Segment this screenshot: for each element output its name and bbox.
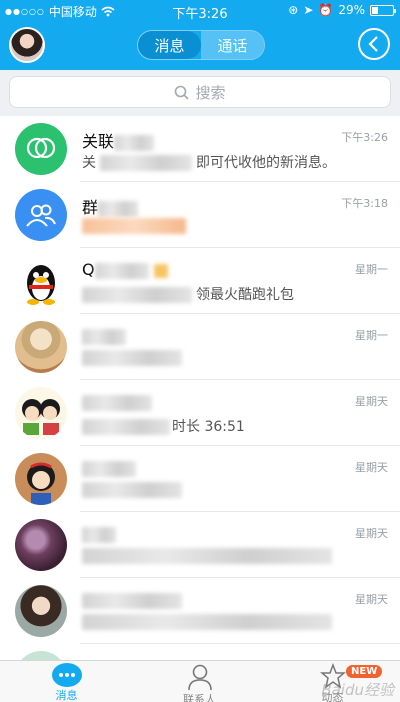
alarm-icon: ⏰ bbox=[318, 3, 334, 17]
contact-name bbox=[82, 524, 116, 543]
top-header: ●●○○○ 中国移动 下午3:26 ⊛ ➤ ⏰ 29% 消息 通话 bbox=[0, 0, 400, 70]
penguin-avatar bbox=[15, 255, 67, 307]
message-preview bbox=[82, 548, 332, 564]
message-time: 星期天 bbox=[355, 461, 388, 474]
message-time: 星期天 bbox=[355, 527, 388, 540]
tab-messages[interactable]: 消息 bbox=[138, 31, 201, 59]
contact-name bbox=[82, 392, 152, 411]
list-item[interactable] bbox=[0, 644, 400, 660]
cartoon-avatar bbox=[15, 387, 67, 439]
list-item[interactable]: 星期天 bbox=[0, 446, 400, 512]
message-time: 星期一 bbox=[355, 329, 388, 342]
list-item[interactable]: 星期天 时长 36:51 bbox=[0, 380, 400, 446]
new-badge: NEW bbox=[346, 665, 383, 678]
orientation-lock-icon: ⊛ bbox=[288, 3, 299, 17]
contact-name bbox=[82, 458, 136, 477]
message-preview: 关即可代收他的新消息。 bbox=[82, 155, 336, 171]
message-time: 下午3:18 bbox=[341, 197, 388, 210]
contact-name bbox=[82, 326, 126, 345]
bottom-tab-bar: 消息 联系人 动态 NEW Baidu经验 bbox=[0, 660, 400, 702]
message-preview bbox=[82, 482, 182, 498]
message-call-switch: 消息 通话 bbox=[137, 30, 265, 60]
photo-avatar bbox=[15, 651, 67, 660]
status-bar: ●●○○○ 中国移动 下午3:26 ⊛ ➤ ⏰ 29% bbox=[0, 0, 400, 22]
message-preview: 领最火酷跑礼包 bbox=[82, 284, 294, 304]
search-placeholder: 搜索 bbox=[195, 83, 226, 102]
conversation-list: 关联 下午3:26 关即可代收他的新消息。 群 下午3:18 Q 星期一 领最火… bbox=[0, 116, 400, 660]
battery-percent: 29% bbox=[338, 3, 365, 17]
list-item[interactable]: 星期天 bbox=[0, 578, 400, 644]
search-input[interactable]: 搜索 bbox=[9, 76, 391, 108]
tab-calls[interactable]: 通话 bbox=[201, 31, 264, 59]
tab-label: 联系人 bbox=[183, 693, 216, 702]
link-icon bbox=[15, 123, 67, 175]
tab-label: 消息 bbox=[55, 689, 78, 702]
contact-name: 群 bbox=[82, 194, 139, 218]
tab-contacts[interactable]: 联系人 bbox=[133, 661, 266, 702]
list-item[interactable]: 关联 下午3:26 关即可代收他的新消息。 bbox=[0, 116, 400, 182]
message-preview bbox=[82, 350, 182, 366]
list-item[interactable]: 群 下午3:18 bbox=[0, 182, 400, 248]
message-time: 星期天 bbox=[355, 395, 388, 408]
message-time: 星期一 bbox=[355, 263, 388, 276]
person-icon bbox=[185, 663, 215, 691]
message-preview bbox=[82, 614, 332, 630]
cartoon-avatar bbox=[15, 453, 67, 505]
chat-bubble-icon bbox=[51, 663, 82, 687]
battery-icon bbox=[370, 4, 396, 16]
group-icon bbox=[15, 189, 67, 241]
watermark-logo: Baidu经验 bbox=[321, 681, 394, 699]
contact-name: Q bbox=[82, 260, 168, 279]
photo-avatar bbox=[15, 321, 67, 373]
search-icon bbox=[175, 85, 190, 100]
location-icon: ➤ bbox=[303, 3, 314, 17]
photo-avatar bbox=[15, 519, 67, 571]
message-preview: 时长 36:51 bbox=[82, 416, 245, 436]
message-preview bbox=[82, 218, 186, 234]
chevron-left-icon bbox=[368, 36, 378, 52]
my-avatar[interactable] bbox=[9, 27, 45, 63]
tab-messages-bottom[interactable]: 消息 bbox=[0, 661, 133, 702]
message-time: 下午3:26 bbox=[341, 131, 388, 144]
back-button[interactable] bbox=[358, 28, 390, 60]
list-item[interactable]: 星期天 bbox=[0, 512, 400, 578]
list-item[interactable]: 星期一 bbox=[0, 314, 400, 380]
search-area: 搜索 bbox=[0, 70, 400, 116]
list-item[interactable]: Q 星期一 领最火酷跑礼包 bbox=[0, 248, 400, 314]
message-time: 星期天 bbox=[355, 593, 388, 606]
contact-name: 关联 bbox=[82, 128, 155, 152]
photo-avatar bbox=[15, 585, 67, 637]
contact-name bbox=[82, 590, 182, 609]
